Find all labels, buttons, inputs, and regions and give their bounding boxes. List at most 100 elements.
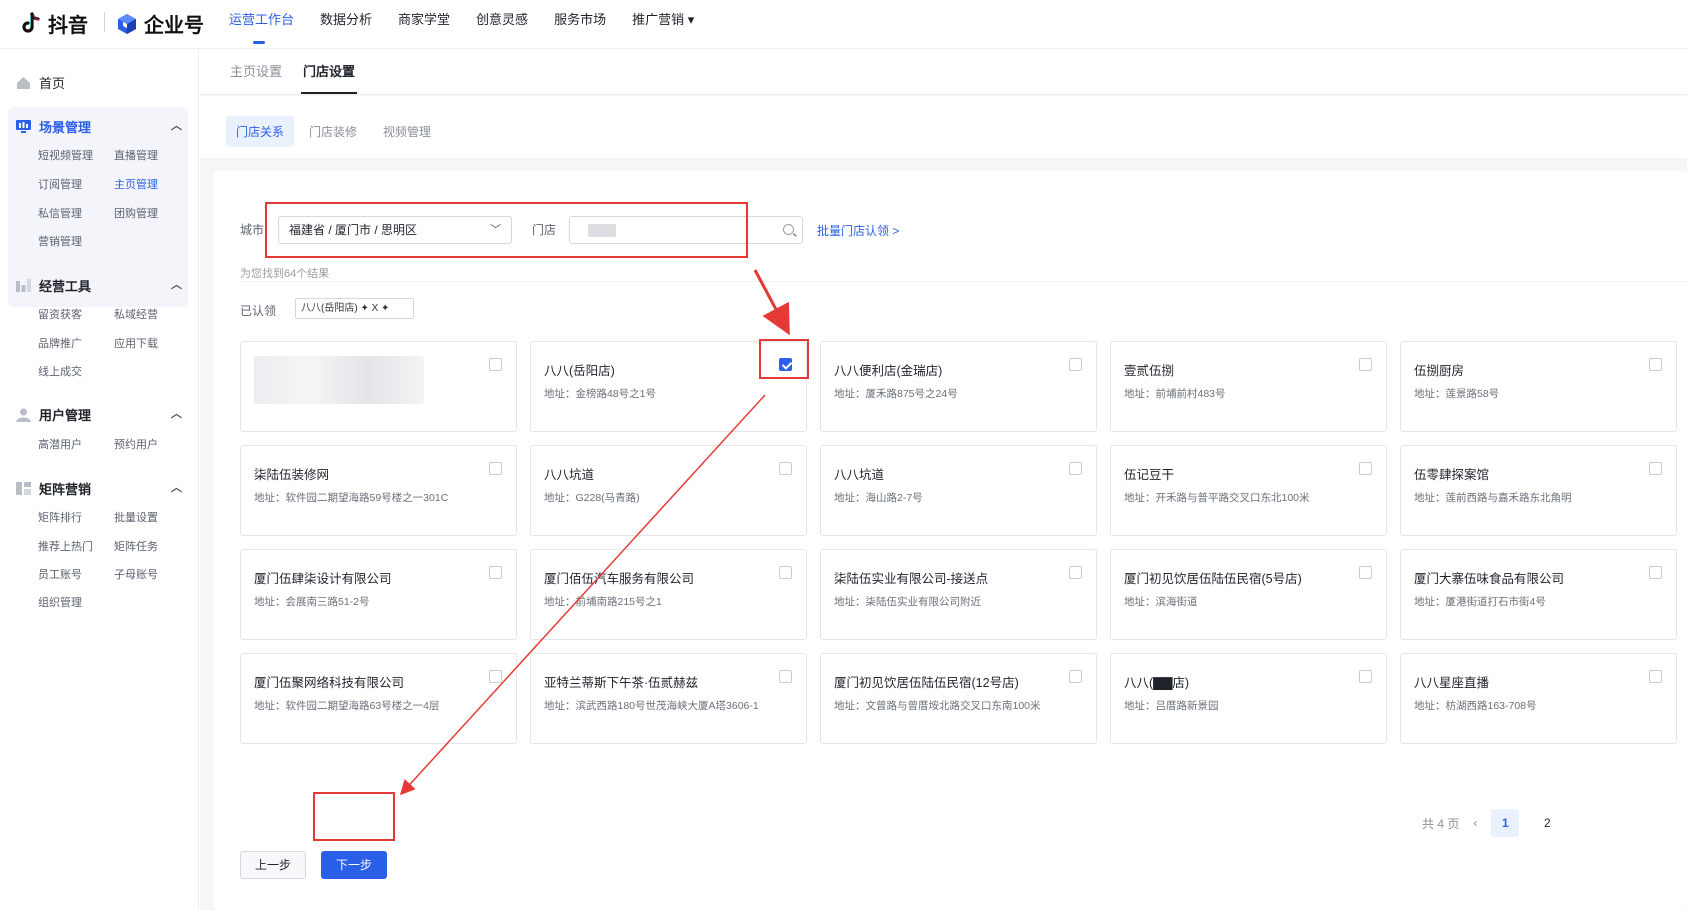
store-search-input[interactable] — [569, 216, 803, 244]
store-checkbox[interactable] — [1649, 670, 1662, 683]
sidebar-item-private-domain[interactable]: 私域经营 — [114, 306, 158, 322]
topnav-creative-ideas[interactable]: 创意灵感 — [476, 0, 528, 48]
store-card[interactable]: 八八便利店(金瑞店) 地址：厦禾路875号之24号 — [820, 341, 1097, 432]
store-checkbox[interactable] — [1069, 358, 1082, 371]
sidebar-item-high-potential[interactable]: 高潜用户 — [38, 436, 82, 452]
sidebar-item-home[interactable]: 首页 — [16, 73, 65, 92]
sidebar-item-subscription[interactable]: 订阅管理 — [38, 176, 82, 192]
store-checkbox[interactable] — [1359, 358, 1372, 371]
sidebar-group-users[interactable]: 用户管理 ︿ — [16, 405, 182, 424]
secondary-tabs: 门店关系 门店装修 视频管理 — [200, 96, 1687, 158]
sidebar-item-online-deal[interactable]: 线上成交 — [38, 363, 82, 379]
store-name: 厦门伍肆柒设计有限公司 — [254, 572, 392, 586]
page-prev-button[interactable]: ‹ — [1473, 816, 1477, 830]
sidebar-item-matrix-task[interactable]: 矩阵任务 — [114, 538, 158, 554]
sidebar-item-batch-settings[interactable]: 批量设置 — [114, 509, 158, 525]
store-checkbox[interactable] — [489, 358, 502, 371]
store-checkbox[interactable] — [1649, 462, 1662, 475]
topnav-service-market[interactable]: 服务市场 — [554, 0, 606, 48]
store-checkbox[interactable] — [1069, 670, 1082, 683]
tab-store-decoration[interactable]: 门店装修 — [299, 116, 367, 147]
store-checkbox[interactable] — [1359, 566, 1372, 579]
store-card[interactable]: 厦门初见饮居伍陆伍民宿(12号店) 地址：文曾路与曾厝垵北路交叉口东南100米 — [820, 653, 1097, 744]
sidebar-group-matrix[interactable]: 矩阵营销 ︿ — [16, 479, 182, 498]
store-card[interactable]: 伍记豆干 地址：开禾路与普平路交叉口东北100米 — [1110, 445, 1387, 536]
sidebar-item-employee-accounts[interactable]: 员工账号 — [38, 566, 82, 582]
store-card[interactable]: 厦门伍聚网络科技有限公司 地址：软件园二期望海路63号楼之一4层 — [240, 653, 517, 744]
sidebar-item-groupbuy[interactable]: 团购管理 — [114, 205, 158, 221]
store-checkbox[interactable] — [1069, 566, 1082, 579]
tab-homepage-settings[interactable]: 主页设置 — [230, 61, 282, 80]
store-checkbox[interactable] — [779, 670, 792, 683]
store-card[interactable]: 壹贰伍捌 地址：前埔前村483号 — [1110, 341, 1387, 432]
sidebar-item-brand-promo[interactable]: 品牌推广 — [38, 335, 82, 351]
topnav-merchant-school[interactable]: 商家学堂 — [398, 0, 450, 48]
store-card[interactable]: 柒陆伍装修网 地址：软件园二期望海路59号楼之一301C — [240, 445, 517, 536]
sidebar-group-tools[interactable]: 经营工具 ︿ — [16, 276, 182, 295]
sidebar-item-homepage[interactable]: 主页管理 — [114, 176, 158, 192]
sidebar-item-reserved-users[interactable]: 预约用户 — [114, 436, 158, 452]
store-card[interactable]: 柒陆伍实业有限公司-接送点 地址：柒陆伍实业有限公司附近 — [820, 549, 1097, 640]
store-checkbox[interactable] — [779, 462, 792, 475]
store-card[interactable]: 八八星座直播 地址：枋湖西路163-708号 — [1400, 653, 1677, 744]
store-card[interactable]: 八八(岳阳店) 地址：金榜路48号之1号 — [530, 341, 807, 432]
store-card[interactable]: 伍零肆探案馆 地址：莲前西路与嘉禾路东北角明 — [1400, 445, 1677, 536]
store-card[interactable]: 厦门大寨伍味食品有限公司 地址：厦港街道打石市街4号 — [1400, 549, 1677, 640]
sidebar-item-recommend-hot[interactable]: 推荐上热门 — [38, 538, 93, 554]
page-button-1[interactable]: 1 — [1491, 809, 1520, 837]
store-checkbox[interactable] — [1069, 462, 1082, 475]
store-checkbox[interactable] — [489, 462, 502, 475]
sidebar-item-leads[interactable]: 留资获客 — [38, 306, 82, 322]
store-card[interactable]: 八八(▇▇店) 地址：吕厝路新景园 — [1110, 653, 1387, 744]
store-card[interactable]: 厦门伍肆柒设计有限公司 地址：会展南三路51-2号 — [240, 549, 517, 640]
store-address: 地址：软件园二期望海路63号楼之一4层 — [254, 700, 440, 712]
store-address: 地址：柒陆伍实业有限公司附近 — [834, 596, 981, 608]
claimed-store-tag[interactable]: 八八(岳阳店) ✦ X ✦ — [295, 298, 414, 319]
sidebar-item-live[interactable]: 直播管理 — [114, 147, 158, 163]
store-name: 亚特兰蒂斯下午茶·伍贰赫兹 — [544, 676, 699, 690]
result-count: 为您找到64个结果 — [240, 268, 330, 280]
batch-claim-link[interactable]: 批量门店认领 > — [817, 222, 899, 239]
sidebar-item-messages[interactable]: 私信管理 — [38, 205, 82, 221]
store-address: 地址：G228(马青路) — [544, 492, 640, 504]
sidebar-item-org-management[interactable]: 组织管理 — [38, 594, 82, 610]
store-card[interactable]: 亚特兰蒂斯下午茶·伍贰赫兹 地址：滨武西路180号世茂海峡大厦A塔3606-1 — [530, 653, 807, 744]
store-card[interactable] — [240, 341, 517, 432]
sidebar-item-app-download[interactable]: 应用下载 — [114, 335, 158, 351]
store-card[interactable]: 厦门佰伍汽车服务有限公司 地址：前埔南路215号之1 — [530, 549, 807, 640]
tab-video-management[interactable]: 视频管理 — [373, 116, 441, 147]
prev-step-button[interactable]: 上一步 — [240, 851, 306, 879]
page-button-2[interactable]: 2 — [1533, 809, 1561, 837]
tab-store-relation[interactable]: 门店关系 — [226, 116, 295, 147]
enterprise-logo[interactable]: 企业号 — [116, 9, 204, 38]
sidebar-group-scene[interactable]: 场景管理 ︿ — [16, 117, 182, 136]
sidebar-item-parent-child-accounts[interactable]: 子母账号 — [114, 566, 158, 582]
store-checkbox[interactable] — [1359, 670, 1372, 683]
sidebar-group-label: 用户管理 — [39, 408, 92, 423]
douyin-logo[interactable]: 抖音 — [20, 9, 88, 38]
city-select[interactable]: 福建省 / 厦门市 / 思明区 ﹀ — [278, 216, 512, 244]
store-card[interactable]: 伍捌厨房 地址：莲景路58号 — [1400, 341, 1677, 432]
top-nav: 运营工作台 数据分析 商家学堂 创意灵感 服务市场 推广营销 ▾ — [229, 0, 694, 48]
topnav-data-analysis[interactable]: 数据分析 — [320, 0, 372, 48]
store-checkbox[interactable] — [779, 358, 792, 371]
sidebar-item-marketing[interactable]: 营销管理 — [38, 233, 82, 249]
store-checkbox[interactable] — [1359, 462, 1372, 475]
sidebar-item-matrix-rank[interactable]: 矩阵排行 — [38, 509, 82, 525]
next-step-button[interactable]: 下一步 — [321, 851, 387, 879]
brand-divider — [104, 12, 105, 32]
store-card[interactable]: 厦门初见饮居伍陆伍民宿(5号店) 地址：滨海街道 — [1110, 549, 1387, 640]
store-checkbox[interactable] — [779, 566, 792, 579]
store-card[interactable]: 八八坑道 地址：海山路2-7号 — [820, 445, 1097, 536]
sidebar-item-short-video[interactable]: 短视频管理 — [38, 147, 93, 163]
top-bar: 抖音 企业号 运营工作台 数据分析 商家学堂 创意灵感 服务市场 推广营销 ▾ — [0, 0, 1687, 49]
topnav-promotion[interactable]: 推广营销 ▾ — [632, 0, 694, 48]
store-checkbox[interactable] — [1649, 358, 1662, 371]
store-checkbox[interactable] — [489, 670, 502, 683]
store-checkbox[interactable] — [1649, 566, 1662, 579]
tab-store-settings[interactable]: 门店设置 — [300, 61, 358, 94]
topnav-operations[interactable]: 运营工作台 — [229, 0, 294, 48]
store-checkbox[interactable] — [489, 566, 502, 579]
store-card[interactable]: 八八坑道 地址：G228(马青路) — [530, 445, 807, 536]
search-icon[interactable] — [783, 224, 794, 235]
